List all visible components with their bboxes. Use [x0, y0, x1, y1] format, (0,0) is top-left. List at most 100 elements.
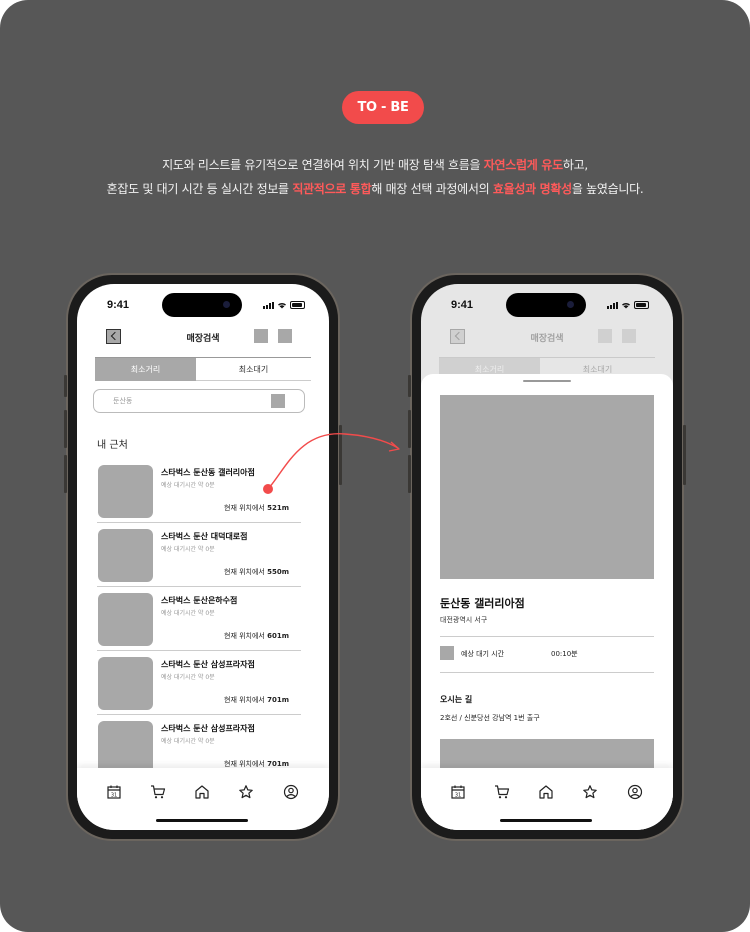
home-icon[interactable]: [194, 784, 210, 800]
star-icon[interactable]: [238, 784, 254, 800]
store-name: 스타벅스 둔산 삼성프라자점: [161, 660, 255, 669]
status-icons: [263, 301, 305, 309]
distance-value: 550m: [267, 568, 289, 576]
tab-min-wait[interactable]: 최소대기: [196, 358, 311, 381]
wait-value: 00:10분: [551, 650, 578, 658]
headline-text: 해 매장 선택 과정에서의: [371, 182, 493, 196]
distance-label: 현재 위치에서: [224, 632, 268, 640]
placeholder-icon[interactable]: [622, 329, 636, 343]
wait-icon: [440, 646, 454, 660]
battery-icon: [634, 301, 649, 309]
store-hero-image: [440, 395, 654, 579]
store-distance: 현재 위치에서 521m: [224, 503, 289, 513]
side-button: [64, 375, 67, 397]
store-name: 스타벅스 둔산동 갤러리아점: [161, 468, 255, 477]
star-icon[interactable]: [582, 784, 598, 800]
section-title: 내 근처: [97, 440, 128, 451]
bottom-tab-bar: 31: [77, 768, 329, 830]
headline-highlight: 효율성과 명확성: [492, 182, 572, 196]
status-time: 9:41: [107, 299, 130, 311]
home-indicator: [156, 819, 248, 822]
directions-text: 2호선 / 신분당선 강남역 1번 출구: [440, 714, 540, 722]
dynamic-island: [506, 293, 586, 317]
dynamic-island: [162, 293, 242, 317]
divider: [440, 636, 654, 637]
profile-icon[interactable]: [627, 784, 643, 800]
wait-label: 예상 대기 시간: [461, 650, 505, 658]
headline-text: 혼잡도 및 대기 시간 등 실시간 정보를: [106, 182, 293, 196]
status-icons: [607, 301, 649, 309]
list-item[interactable]: 스타벅스 둔산 대덕대로점 예상 대기시간 약 0분 현재 위치에서 550m: [97, 523, 301, 587]
list-item[interactable]: 스타벅스 둔산 삼성프라자점 예상 대기시간 약 0분 현재 위치에서 701m: [97, 651, 301, 715]
bottom-tab-bar: 31: [421, 768, 673, 830]
divider: [440, 672, 654, 673]
nav-bar: 매장검색: [77, 324, 329, 354]
headline-highlight: 직관적으로 통합: [292, 182, 372, 196]
calendar-icon[interactable]: 31: [106, 784, 122, 800]
distance-label: 현재 위치에서: [224, 504, 268, 512]
store-name: 둔산동 갤러리아점: [440, 597, 525, 610]
sort-tabs: 최소거리 최소대기: [95, 357, 311, 381]
search-placeholder: 둔산동: [113, 397, 133, 405]
profile-icon[interactable]: [283, 784, 299, 800]
distance-label: 현재 위치에서: [224, 568, 268, 576]
distance-value: 601m: [267, 632, 289, 640]
headline-line-1: 지도와 리스트를 유기적으로 연결하여 위치 기반 매장 탐색 흐름을 자연스럽…: [0, 156, 750, 173]
sheet-grab-handle[interactable]: [523, 380, 571, 382]
left-phone: 9:41 매장검색 최소거리 최소대기 둔산동 내 근처 스타벅스 둔산동 갤러…: [64, 273, 342, 841]
placeholder-icon[interactable]: [598, 329, 612, 343]
right-phone: 9:41 매장검색 최소거리 최소대기 둔산동 갤러리아점 대전광역시 서구 예…: [408, 273, 686, 841]
battery-icon: [290, 301, 305, 309]
store-name: 스타벅스 둔산은하수점: [161, 596, 238, 605]
side-button: [408, 410, 411, 448]
distance-value: 701m: [267, 760, 289, 768]
store-distance: 현재 위치에서 550m: [224, 567, 289, 577]
store-thumbnail: [98, 721, 153, 774]
to-be-badge: TO - BE: [342, 91, 424, 124]
home-indicator: [500, 819, 592, 822]
calendar-icon[interactable]: 31: [450, 784, 466, 800]
canvas: TO - BE 지도와 리스트를 유기적으로 연결하여 위치 기반 매장 탐색 …: [0, 0, 750, 932]
store-thumbnail: [98, 529, 153, 582]
store-distance: 현재 위치에서 601m: [224, 631, 289, 641]
home-icon[interactable]: [538, 784, 554, 800]
store-thumbnail: [98, 465, 153, 518]
distance-value: 701m: [267, 696, 289, 704]
status-time: 9:41: [451, 299, 474, 311]
placeholder-icon[interactable]: [254, 329, 268, 343]
store-list: 스타벅스 둔산동 갤러리아점 예상 대기시간 약 0분 현재 위치에서 521m…: [97, 459, 301, 779]
store-thumbnail: [98, 657, 153, 710]
distance-label: 현재 위치에서: [224, 760, 268, 768]
wifi-icon: [622, 302, 630, 309]
store-detail-sheet[interactable]: 둔산동 갤러리아점 대전광역시 서구 예상 대기 시간 00:10분 오시는 길…: [421, 374, 673, 830]
side-button: [64, 455, 67, 493]
store-distance: 현재 위치에서 701m: [224, 695, 289, 705]
list-item[interactable]: 스타벅스 둔산동 갤러리아점 예상 대기시간 약 0분 현재 위치에서 521m: [97, 459, 301, 523]
store-wait: 예상 대기시간 약 0분: [161, 482, 215, 489]
placeholder-icon[interactable]: [278, 329, 292, 343]
headline-highlight: 자연스럽게 유도: [483, 158, 563, 172]
search-input[interactable]: 둔산동: [93, 389, 305, 413]
store-name: 스타벅스 둔산 삼성프라자점: [161, 724, 255, 733]
distance-label: 현재 위치에서: [224, 696, 268, 704]
camera-icon: [567, 301, 574, 308]
nav-bar: 매장검색: [421, 324, 673, 354]
headline-text: 하고,: [562, 158, 588, 172]
headline-line-2: 혼잡도 및 대기 시간 등 실시간 정보를 직관적으로 통합해 매장 선택 과정…: [0, 180, 750, 197]
signal-icon: [263, 302, 274, 309]
cart-icon[interactable]: [150, 784, 166, 800]
cart-icon[interactable]: [494, 784, 510, 800]
left-screen: 9:41 매장검색 최소거리 최소대기 둔산동 내 근처 스타벅스 둔산동 갤러…: [77, 284, 329, 830]
list-item[interactable]: 스타벅스 둔산은하수점 예상 대기시간 약 0분 현재 위치에서 601m: [97, 587, 301, 651]
store-thumbnail: [98, 593, 153, 646]
camera-icon: [223, 301, 230, 308]
arrow-head-icon: [388, 441, 400, 452]
side-button: [408, 375, 411, 397]
wifi-icon: [278, 302, 286, 309]
side-button: [339, 425, 342, 485]
headline-text: 지도와 리스트를 유기적으로 연결하여 위치 기반 매장 탐색 흐름을: [162, 158, 484, 172]
store-name: 스타벅스 둔산 대덕대로점: [161, 532, 248, 541]
calendar-day: 31: [111, 793, 117, 799]
tab-min-distance[interactable]: 최소거리: [95, 358, 196, 381]
search-icon[interactable]: [271, 394, 285, 408]
